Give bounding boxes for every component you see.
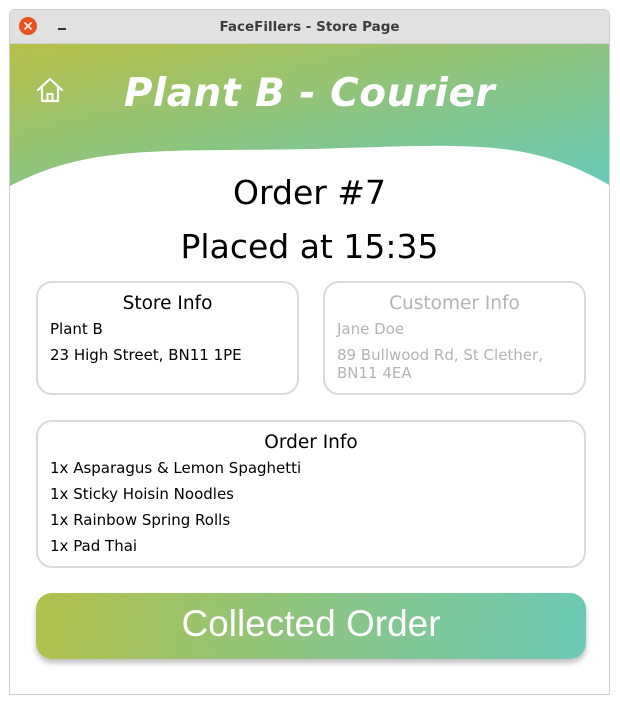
customer-name: Jane Doe [337,320,405,338]
customer-address-line2: BN11 4EA [337,364,412,382]
store-info-heading: Store Info [122,293,213,314]
customer-address-line1: 89 Bullwood Rd, St Clether, [337,346,543,364]
order-item: 1x Pad Thai [50,537,138,555]
order-info-card: Order Info 1x Asparagus & Lemon Spaghett… [36,420,586,568]
collected-order-label: Collected Order [181,603,441,644]
order-placed-time: Placed at 15:35 [180,227,439,266]
customer-info-card: Customer Info Jane Doe 89 Bullwood Rd, S… [323,281,586,395]
window-title: FaceFillers - Store Page [219,19,400,35]
collected-order-button[interactable]: Collected Order [36,593,586,659]
store-info-card: Store Info Plant B 23 High Street, BN11 … [36,281,299,395]
order-item: 1x Asparagus & Lemon Spaghetti [50,459,302,477]
store-name: Plant B [50,320,103,338]
title-bar[interactable]: FaceFillers - Store Page [10,10,609,44]
order-info-heading: Order Info [264,432,358,453]
store-address: 23 High Street, BN11 1PE [50,346,242,364]
app-window: FaceFillers - Store Page Plant B - Couri… [9,9,610,695]
store-title: Plant B - Courier [123,71,496,116]
order-number: Order #7 [233,173,386,212]
customer-info-heading: Customer Info [389,293,520,314]
order-item: 1x Rainbow Spring Rolls [50,511,231,529]
order-item: 1x Sticky Hoisin Noodles [50,485,234,503]
